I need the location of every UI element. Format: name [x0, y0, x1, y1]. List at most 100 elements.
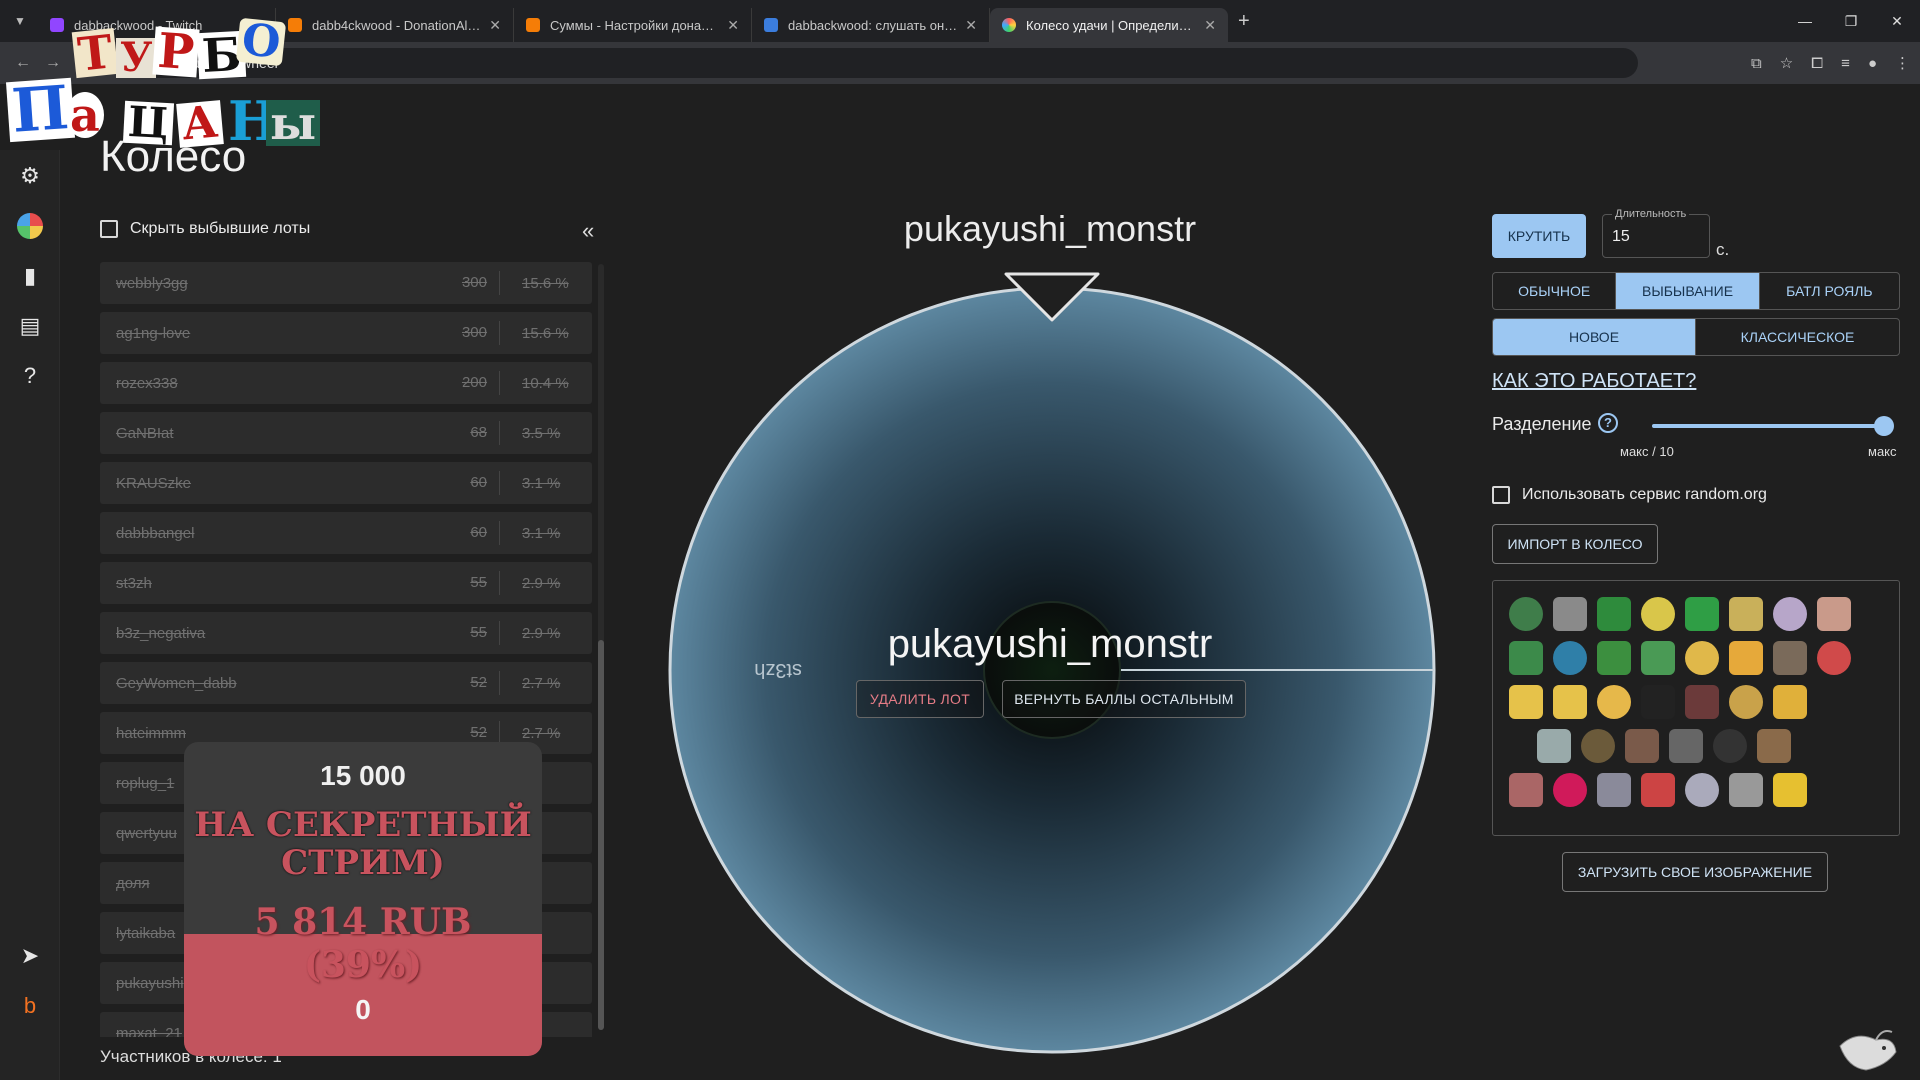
url-input[interactable]: pointauc.com/wheel: [138, 48, 1638, 78]
elim-classic-tab[interactable]: КЛАССИЧЕСКОЕ: [1696, 319, 1899, 355]
mode-elimination-tab[interactable]: ВЫБЫВАНИЕ: [1616, 273, 1760, 309]
wheel-image-option[interactable]: [1509, 685, 1543, 719]
wheel-image-option[interactable]: [1773, 773, 1807, 807]
close-tab-icon[interactable]: ✕: [1204, 17, 1216, 34]
elim-new-tab[interactable]: НОВОЕ: [1493, 319, 1696, 355]
wheel-image-option[interactable]: [1509, 641, 1543, 675]
wheel-image-option[interactable]: [1729, 685, 1763, 719]
wheel-image-option[interactable]: [1509, 773, 1543, 807]
wheel-winner-name: pukayushi_monstr: [887, 622, 1213, 666]
random-org-toggle[interactable]: Использовать сервис random.org: [1492, 486, 1767, 504]
wheel-image-option[interactable]: [1597, 641, 1631, 675]
wheel-image-option[interactable]: [1553, 641, 1587, 675]
upload-image-button[interactable]: ЗАГРУЗИТЬ СВОЕ ИЗОБРАЖЕНИЕ: [1562, 852, 1828, 892]
wheel-image-option[interactable]: [1713, 729, 1747, 763]
close-tab-icon[interactable]: ✕: [727, 17, 739, 34]
hide-eliminated-toggle[interactable]: Скрыть выбывшие лоты: [100, 220, 310, 238]
profile-icon[interactable]: ●: [1868, 55, 1877, 72]
hide-eliminated-checkbox[interactable]: [100, 220, 118, 238]
media-icon[interactable]: ≡: [1841, 55, 1850, 72]
browser-tab-donation-settings[interactable]: Суммы - Настройки донатов ✕: [514, 8, 752, 42]
split-slider-thumb[interactable]: [1874, 416, 1894, 436]
wheel-image-option[interactable]: [1773, 641, 1807, 675]
clipboard-icon[interactable]: ▤: [14, 310, 46, 342]
browser-tab-twitch[interactable]: dabbackwood - Twitch ✕: [38, 8, 276, 42]
wheel-image-option[interactable]: [1597, 773, 1631, 807]
lot-row[interactable]: b3z_negativa 55 2.9 %: [100, 612, 592, 654]
restore-icon[interactable]: ❐: [1828, 0, 1874, 42]
wheel-image-option[interactable]: [1729, 641, 1763, 675]
mode-normal-tab[interactable]: ОБЫЧНОЕ: [1493, 273, 1617, 309]
wheel-image-option[interactable]: [1597, 685, 1631, 719]
random-org-checkbox[interactable]: [1492, 486, 1510, 504]
close-tab-icon[interactable]: ✕: [251, 17, 263, 34]
menu-icon[interactable]: ⋮: [1895, 54, 1910, 72]
collapse-list-button[interactable]: «: [582, 218, 594, 244]
bookmark-star-icon[interactable]: ☆: [1780, 54, 1793, 72]
wheel-image-option[interactable]: [1509, 597, 1543, 631]
help-icon[interactable]: ?: [14, 360, 46, 392]
telegram-icon[interactable]: ➤: [14, 940, 46, 972]
lot-row[interactable]: webbly3gg 300 15.6 %: [100, 262, 592, 304]
wheel-image-option[interactable]: [1597, 597, 1631, 631]
wheel-image-option[interactable]: [1773, 597, 1807, 631]
back-icon[interactable]: ←: [8, 54, 38, 72]
close-window-icon[interactable]: ✕: [1874, 0, 1920, 42]
wheel-image-option[interactable]: [1817, 641, 1851, 675]
delete-lot-button[interactable]: УДАЛИТЬ ЛОТ: [856, 680, 984, 718]
wheel-icon[interactable]: [14, 210, 46, 242]
new-tab-icon[interactable]: +: [1238, 10, 1250, 33]
wheel-image-option[interactable]: [1773, 685, 1807, 719]
wheel-image-option[interactable]: [1625, 729, 1659, 763]
split-help-icon[interactable]: ?: [1598, 413, 1618, 433]
wheel-image-option[interactable]: [1553, 773, 1587, 807]
lot-row[interactable]: dabbbangel 60 3.1 %: [100, 512, 592, 554]
lot-percent: 3.5 %: [522, 424, 561, 442]
browser-tab-donationalerts[interactable]: dabb4ckwood - DonationAlerts ✕: [276, 8, 514, 42]
wheel-image-option[interactable]: [1537, 729, 1571, 763]
minimize-icon[interactable]: —: [1782, 0, 1828, 42]
close-tab-icon[interactable]: ✕: [489, 17, 501, 34]
wheel-image-option[interactable]: [1757, 729, 1791, 763]
wheel-image-option[interactable]: [1685, 597, 1719, 631]
how-it-works-link[interactable]: КАК ЭТО РАБОТАЕТ?: [1492, 370, 1696, 393]
lot-row[interactable]: rozex338 200 10.4 %: [100, 362, 592, 404]
wheel-image-option[interactable]: [1641, 773, 1675, 807]
wheel-image-option[interactable]: [1641, 685, 1675, 719]
wheel-image-option[interactable]: [1553, 685, 1587, 719]
lot-row[interactable]: st3zh 55 2.9 %: [100, 562, 592, 604]
import-to-wheel-button[interactable]: ИМПОРТ В КОЛЕСО: [1492, 524, 1658, 564]
wheel-image-option[interactable]: [1685, 773, 1719, 807]
wheel-image-option[interactable]: [1685, 641, 1719, 675]
gear-icon[interactable]: ⚙: [14, 160, 46, 192]
lot-row[interactable]: KRAUSzke 60 3.1 %: [100, 462, 592, 504]
browser-tab-music[interactable]: dabbackwood: слушать онлайн ✕: [752, 8, 990, 42]
chart-icon[interactable]: ▮: [14, 260, 46, 292]
boosty-icon[interactable]: b: [14, 990, 46, 1022]
wheel-image-option[interactable]: [1729, 773, 1763, 807]
split-slider-track[interactable]: [1652, 424, 1884, 428]
tab-search-icon[interactable]: ▼: [8, 9, 32, 33]
translate-icon[interactable]: ⧉: [1751, 55, 1762, 72]
lot-row[interactable]: GeyWomen_dabb 52 2.7 %: [100, 662, 592, 704]
wheel-image-option[interactable]: [1641, 597, 1675, 631]
wheel-image-option[interactable]: [1817, 597, 1851, 631]
wheel-image-option[interactable]: [1553, 597, 1587, 631]
wheel-image-option[interactable]: [1669, 729, 1703, 763]
wheel-image-option[interactable]: [1641, 641, 1675, 675]
extensions-icon[interactable]: ⧠: [1811, 55, 1823, 72]
wheel-image-option[interactable]: [1685, 685, 1719, 719]
lot-row[interactable]: GaNBIat 68 3.5 %: [100, 412, 592, 454]
duration-value[interactable]: 15: [1612, 228, 1630, 246]
wheel[interactable]: st3zh: [668, 268, 1436, 1068]
lot-list-scroll-thumb[interactable]: [598, 640, 604, 1030]
spin-button[interactable]: КРУТИТЬ: [1492, 214, 1586, 258]
wheel-image-option[interactable]: [1581, 729, 1615, 763]
browser-tab-wheel[interactable]: Колесо удачи | Определите п ✕: [990, 8, 1228, 42]
close-tab-icon[interactable]: ✕: [965, 17, 977, 34]
mode-battle-royale-tab[interactable]: БАТЛ РОЯЛЬ: [1760, 273, 1899, 309]
lot-row[interactable]: ag1ng-love 300 15.6 %: [100, 312, 592, 354]
return-points-button[interactable]: ВЕРНУТЬ БАЛЛЫ ОСТАЛЬНЫМ: [1002, 680, 1246, 718]
forward-icon[interactable]: →: [38, 54, 68, 72]
wheel-image-option[interactable]: [1729, 597, 1763, 631]
